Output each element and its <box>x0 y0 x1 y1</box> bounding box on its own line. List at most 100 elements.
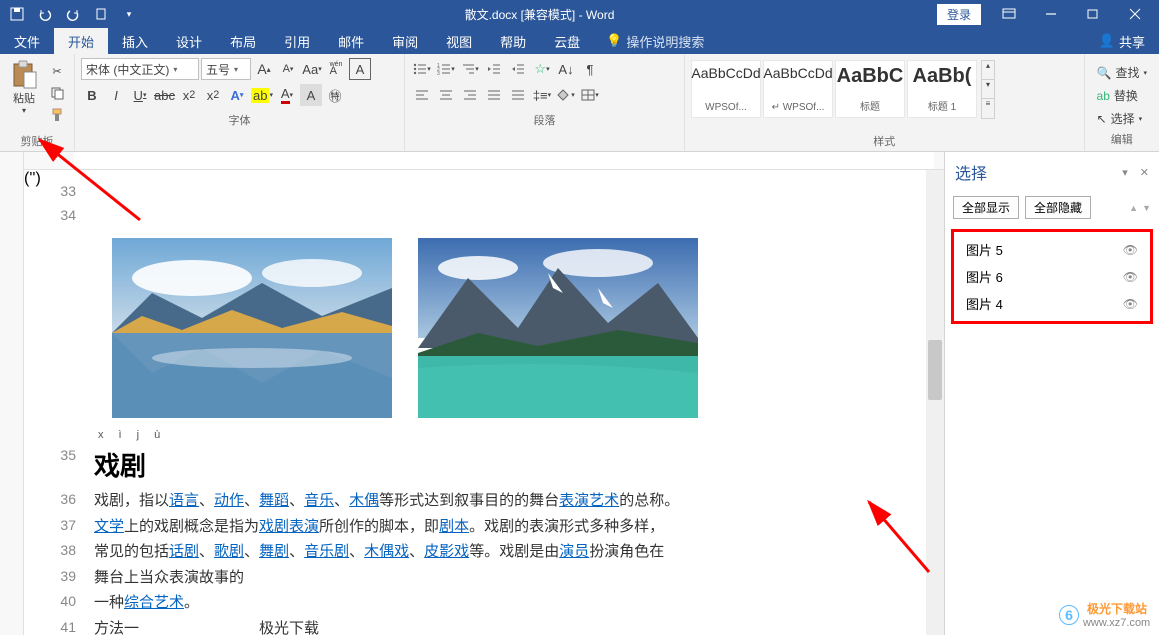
phonetic-guide-icon[interactable]: wénA <box>325 58 347 80</box>
tab-design[interactable]: 设计 <box>162 28 216 54</box>
link-puppet-show[interactable]: 木偶戏 <box>364 543 409 560</box>
tell-me[interactable]: 💡 操作说明搜索 <box>594 28 716 54</box>
save-icon[interactable] <box>4 2 30 26</box>
superscript-icon[interactable]: x2 <box>202 84 224 106</box>
subscript-icon[interactable]: x2 <box>178 84 200 106</box>
gallery-more-icon[interactable]: ≡ <box>982 99 994 118</box>
touch-mode-icon[interactable] <box>88 2 114 26</box>
undo-icon[interactable] <box>32 2 58 26</box>
qat-customize-icon[interactable]: ▾ <box>116 2 142 26</box>
underline-icon[interactable]: U▾ <box>129 84 151 106</box>
bring-forward-icon[interactable]: ▲ <box>1129 203 1138 213</box>
show-marks-icon[interactable]: ¶ <box>579 58 601 80</box>
maximize-icon[interactable] <box>1073 0 1113 28</box>
strikethrough-icon[interactable]: abc <box>153 84 176 106</box>
tab-references[interactable]: 引用 <box>270 28 324 54</box>
link-shadow-play[interactable]: 皮影戏 <box>424 543 469 560</box>
pane-close-icon[interactable]: ✕ <box>1140 166 1149 179</box>
visibility-toggle-icon[interactable]: 👁 <box>1123 243 1138 257</box>
character-shading-icon[interactable]: A <box>300 84 322 106</box>
link-opera[interactable]: 歌剧 <box>214 543 244 560</box>
link-drama-performance[interactable]: 戏剧表演 <box>259 518 319 535</box>
close-icon[interactable] <box>1115 0 1155 28</box>
send-backward-icon[interactable]: ▼ <box>1142 203 1151 213</box>
horizontal-ruler[interactable] <box>24 152 944 170</box>
decrease-indent-icon[interactable] <box>483 58 505 80</box>
borders-icon[interactable]: ▾ <box>579 84 601 106</box>
tab-cloud[interactable]: 云盘 <box>540 28 594 54</box>
enclose-characters-icon[interactable]: ㊕ <box>324 84 346 106</box>
share-button[interactable]: 👤 共享 <box>1085 28 1159 54</box>
link-literature[interactable]: 文学 <box>94 518 124 535</box>
align-left-icon[interactable] <box>411 84 433 106</box>
style-wpsof2[interactable]: AaBbCcDd↵ WPSOf... <box>763 60 833 118</box>
link-dance-drama[interactable]: 舞剧 <box>259 543 289 560</box>
pane-menu-icon[interactable]: ▾ <box>1122 166 1128 179</box>
paste-button[interactable]: 粘贴 ▾ <box>6 58 42 116</box>
login-button[interactable]: 登录 <box>937 4 981 25</box>
asian-layout-icon[interactable]: ☆▾ <box>531 58 553 80</box>
document-image-2[interactable] <box>418 238 698 418</box>
align-center-icon[interactable] <box>435 84 457 106</box>
selection-item-5[interactable]: 图片 5👁 <box>958 236 1146 263</box>
justify-icon[interactable] <box>483 84 505 106</box>
style-heading1[interactable]: AaBb(标题 1 <box>907 60 977 118</box>
shading-icon[interactable]: ▾ <box>555 84 577 106</box>
link-language[interactable]: 语言 <box>169 492 199 509</box>
gallery-down-icon[interactable]: ▾ <box>982 80 994 99</box>
multilevel-list-icon[interactable]: ▾ <box>459 58 481 80</box>
find-button[interactable]: 🔍查找▾ <box>1091 62 1153 83</box>
replace-button[interactable]: ab替换 <box>1091 85 1153 106</box>
hide-all-button[interactable]: 全部隐藏 <box>1025 196 1091 219</box>
redo-icon[interactable] <box>60 2 86 26</box>
tab-view[interactable]: 视图 <box>432 28 486 54</box>
visibility-toggle-icon[interactable]: 👁 <box>1123 297 1138 311</box>
shrink-font-icon[interactable]: A▾ <box>277 58 299 80</box>
selection-item-4[interactable]: 图片 4👁 <box>958 290 1146 317</box>
format-painter-icon[interactable] <box>46 106 68 124</box>
link-action[interactable]: 动作 <box>214 492 244 509</box>
copy-icon[interactable] <box>46 84 68 102</box>
minimize-icon[interactable] <box>1031 0 1071 28</box>
visibility-toggle-icon[interactable]: 👁 <box>1123 270 1138 284</box>
link-spoken-drama[interactable]: 话剧 <box>169 543 199 560</box>
font-color-icon[interactable]: A▾ <box>276 84 298 106</box>
style-title[interactable]: AaBbC标题 <box>835 60 905 118</box>
link-music[interactable]: 音乐 <box>304 492 334 509</box>
line-spacing-icon[interactable]: ‡≡▾ <box>531 84 553 106</box>
grow-font-icon[interactable]: A▴ <box>253 58 275 80</box>
numbering-icon[interactable]: 123▾ <box>435 58 457 80</box>
text-effects-icon[interactable]: A▾ <box>226 84 248 106</box>
distributed-icon[interactable] <box>507 84 529 106</box>
font-name-combo[interactable]: 宋体 (中文正文)▾ <box>81 58 199 80</box>
bullets-icon[interactable]: ▾ <box>411 58 433 80</box>
font-size-combo[interactable]: 五号▾ <box>201 58 251 80</box>
tab-home[interactable]: 开始 <box>54 28 108 54</box>
page-content[interactable]: 33 34 <box>54 170 926 635</box>
character-border-icon[interactable]: A <box>349 58 371 80</box>
link-performing-art[interactable]: 表演艺术 <box>559 492 619 509</box>
change-case-icon[interactable]: Aa▾ <box>301 58 323 80</box>
tab-mailings[interactable]: 邮件 <box>324 28 378 54</box>
style-wpsof1[interactable]: AaBbCcDdWPSOf... <box>691 60 761 118</box>
gallery-up-icon[interactable]: ▴ <box>982 61 994 80</box>
align-right-icon[interactable] <box>459 84 481 106</box>
link-actor[interactable]: 演员 <box>559 543 589 560</box>
cut-icon[interactable]: ✂ <box>46 62 68 80</box>
bold-icon[interactable]: B <box>81 84 103 106</box>
tab-review[interactable]: 审阅 <box>378 28 432 54</box>
styles-gallery-scroll[interactable]: ▴▾≡ <box>981 60 995 119</box>
tab-help[interactable]: 帮助 <box>486 28 540 54</box>
document-image-1[interactable] <box>112 238 392 418</box>
link-musical[interactable]: 音乐剧 <box>304 543 349 560</box>
link-script[interactable]: 剧本 <box>439 518 469 535</box>
selection-item-6[interactable]: 图片 6👁 <box>958 263 1146 290</box>
show-all-button[interactable]: 全部显示 <box>953 196 1019 219</box>
vertical-scrollbar[interactable] <box>926 170 944 635</box>
tab-file[interactable]: 文件 <box>0 28 54 54</box>
link-comprehensive-art[interactable]: 综合艺术 <box>124 594 184 611</box>
tab-insert[interactable]: 插入 <box>108 28 162 54</box>
ribbon-display-icon[interactable] <box>989 0 1029 28</box>
tab-layout[interactable]: 布局 <box>216 28 270 54</box>
increase-indent-icon[interactable] <box>507 58 529 80</box>
